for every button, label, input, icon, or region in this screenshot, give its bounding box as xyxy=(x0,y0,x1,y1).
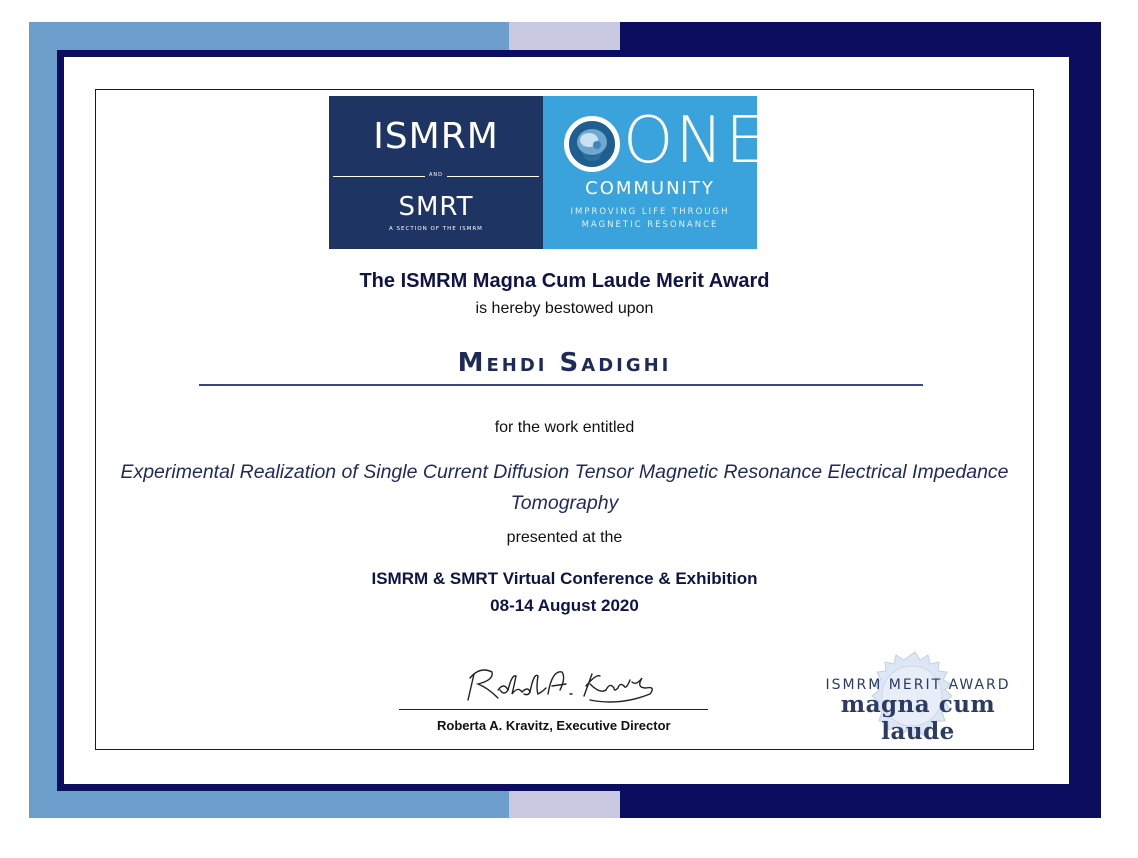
handwritten-signature xyxy=(467,669,653,703)
conference-name: ISMRM & SMRT Virtual Conference & Exhibi… xyxy=(371,569,758,588)
presented-line: presented at the xyxy=(506,529,623,546)
inner-border-left xyxy=(57,50,64,791)
recipient-name: Mehdi Sadighi xyxy=(457,348,672,378)
ismrm-smrt-logo: ISMRM AND SMRT A SECTION OF THE ISMRM ON… xyxy=(329,96,766,249)
logo-tagline-1: IMPROVING LIFE THROUGH xyxy=(570,207,730,217)
frame-band-light-blue-bottom xyxy=(29,790,509,818)
logo-community-text: COMMUNITY xyxy=(585,178,715,199)
signature-line xyxy=(399,709,708,710)
frame-band-lavender-bottom xyxy=(509,790,620,818)
inner-border-right xyxy=(1069,50,1076,791)
logo-and-label: AND xyxy=(424,172,447,178)
award-title: The ISMRM Magna Cum Laude Merit Award xyxy=(359,270,770,292)
brain-mri-graphic xyxy=(577,129,607,161)
logo-tagline-2: MAGNETIC RESONANCE xyxy=(581,220,719,230)
brain-mri-icon xyxy=(564,116,620,172)
signer-name: Roberta A. Kravitz, Executive Director xyxy=(437,718,671,733)
logo-right-panel: ONE COMMUNITY IMPROVING LIFE THROUGH MAG… xyxy=(543,96,766,249)
logo-and-text: AND xyxy=(329,172,543,178)
inner-border-bottom xyxy=(57,784,1076,791)
bestowed-line: is hereby bestowed upon xyxy=(475,300,654,317)
recipient-underline xyxy=(199,384,923,386)
logo-smrt-text: SMRT xyxy=(398,192,474,222)
work-title: Experimental Realization of Single Curre… xyxy=(120,461,1009,514)
frame-band-navy-bottom xyxy=(620,790,1101,818)
logo-left-panel: ISMRM AND SMRT A SECTION OF THE ISMRM xyxy=(329,96,543,249)
seal-bottom-text: magna cum laude xyxy=(840,691,996,745)
work-intro: for the work entitled xyxy=(494,419,635,436)
frame-band-navy-top xyxy=(620,22,1101,50)
frame-band-light-blue-top xyxy=(29,22,509,50)
inner-border-top xyxy=(57,50,1076,57)
frame-band-navy-right xyxy=(1073,22,1101,818)
conference-dates: 08-14 August 2020 xyxy=(490,596,639,615)
logo-section-caption: A SECTION OF THE ISMRM xyxy=(389,226,483,232)
logo-one-text: ONE xyxy=(623,104,768,178)
merit-award-seal: ISMRM MERIT AWARD magna cum laude xyxy=(808,650,1028,746)
logo-ismrm-text: ISMRM xyxy=(373,116,499,157)
frame-band-lavender-top xyxy=(509,22,620,50)
frame-band-light-blue-left xyxy=(29,22,57,818)
